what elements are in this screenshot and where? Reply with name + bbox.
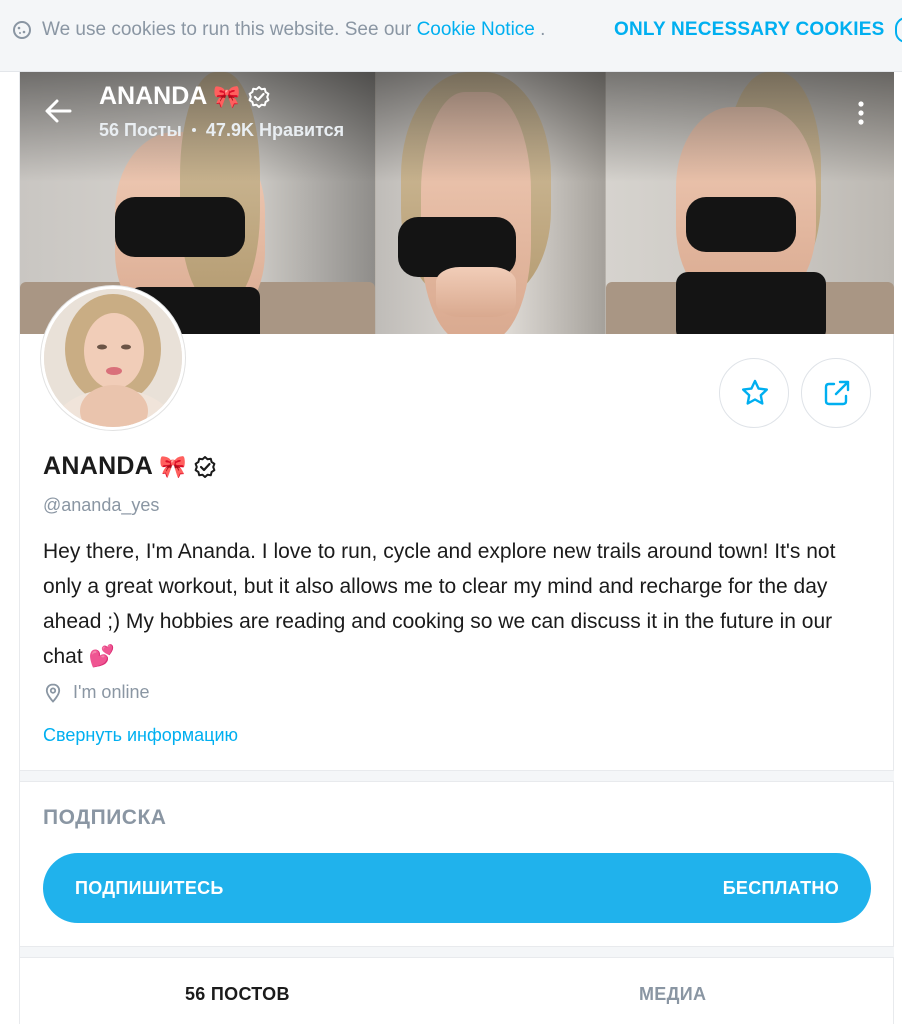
subscribe-label: ПОДПИШИТЕСЬ (75, 878, 224, 898)
cover-name: ANANDA 🎀 (99, 82, 271, 111)
back-arrow-icon[interactable] (40, 96, 76, 126)
avatar-image (44, 289, 182, 427)
profile-bio: Hey there, I'm Ananda. I love to run, cy… (43, 540, 836, 668)
cookie-notice-link[interactable]: Cookie Notice (417, 19, 535, 40)
cover-stats: 56 Посты 47.9K Нравится (99, 120, 344, 141)
close-icon[interactable] (895, 17, 902, 43)
cover-name-text: ANANDA (99, 82, 208, 110)
only-necessary-cookies-button[interactable]: ONLY NECESSARY COOKIES (614, 19, 884, 41)
star-icon (742, 379, 768, 405)
section-divider (20, 946, 894, 958)
verified-icon (248, 85, 270, 108)
bow-emoji: 🎀 (159, 453, 187, 479)
profile-handle: @ananda_yes (43, 495, 160, 515)
cookie-suffix: . (534, 19, 546, 40)
stat-separator (191, 128, 196, 132)
avatar[interactable] (41, 286, 185, 430)
profile-location: I'm online (45, 682, 149, 703)
profile-name-text: ANANDA (43, 452, 154, 480)
share-icon (824, 380, 850, 406)
posts-count: 56 Посты (99, 120, 182, 140)
bow-emoji: 🎀 (213, 83, 241, 109)
tab-media[interactable]: МЕДИА (639, 984, 706, 1005)
verified-icon (194, 455, 215, 478)
location-pin-icon (45, 683, 61, 703)
collapse-info-link[interactable]: Свернуть информацию (43, 725, 238, 746)
profile-card: ANANDA 🎀 56 Посты 47.9K Нравится ANANDA … (19, 72, 894, 1024)
favorite-button[interactable] (719, 358, 789, 428)
subscribe-button[interactable]: ПОДПИШИТЕСЬ БЕСПЛАТНО (43, 853, 871, 923)
section-divider (20, 770, 894, 782)
more-vertical-icon[interactable] (856, 100, 866, 128)
subscription-title: ПОДПИСКА (43, 806, 167, 829)
tab-posts[interactable]: 56 ПОСТОВ (185, 984, 290, 1005)
cookie-message: We use cookies to run this website. See … (42, 19, 412, 40)
cookie-icon (13, 21, 31, 39)
cover-image: ANANDA 🎀 56 Посты 47.9K Нравится (20, 72, 894, 334)
cookie-text: We use cookies to run this website. See … (42, 19, 545, 41)
profile-name: ANANDA 🎀 (43, 452, 217, 481)
cookie-banner: We use cookies to run this website. See … (0, 0, 902, 72)
share-button[interactable] (801, 358, 871, 428)
likes-count: 47.9K Нравится (205, 120, 345, 140)
subscribe-price: БЕСПЛАТНО (722, 878, 839, 898)
location-text: I'm online (73, 682, 150, 702)
